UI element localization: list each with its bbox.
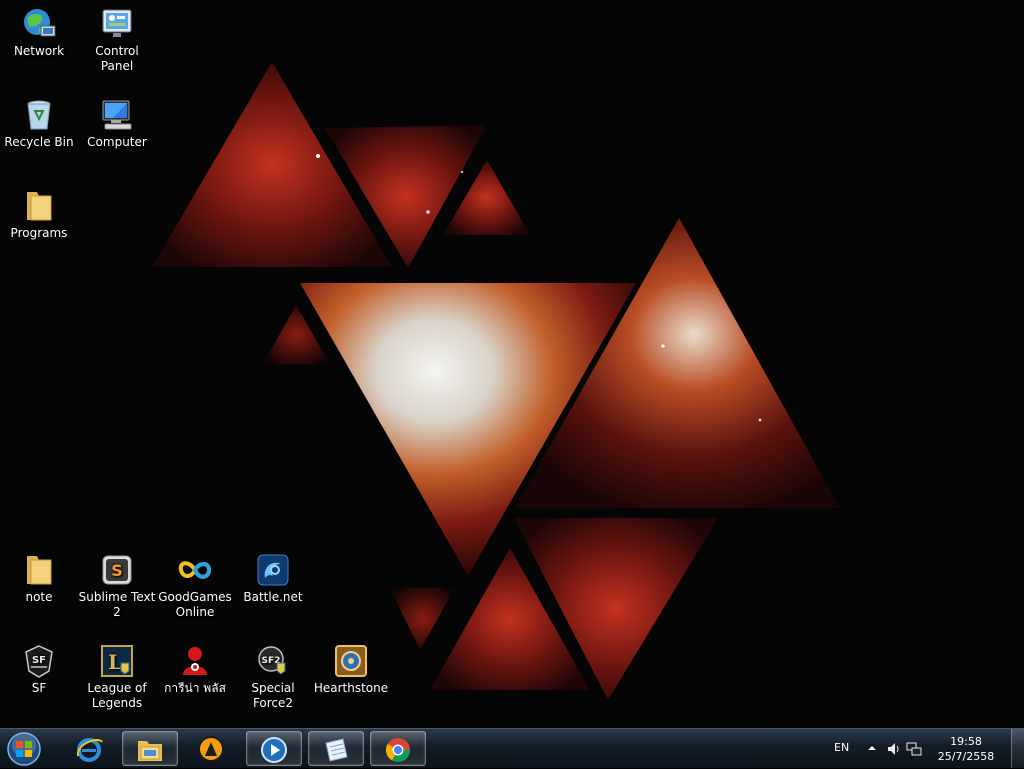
internet-explorer-icon [76,738,103,762]
desktop-icon-garena-plus[interactable]: การีน่า พลัส [156,643,234,696]
desktop-icon-label: Sublime Text 2 [78,590,156,619]
desktop-icon-note[interactable]: note [0,552,78,605]
goodgames-icon [178,561,212,579]
desktop-icon-programs[interactable]: Programs [0,188,78,241]
desktop-icon-label: League of Legends [87,681,147,710]
desktop-icon-network[interactable]: Network [0,6,78,59]
svg-text:S: S [111,561,123,580]
folder-icon [27,192,52,221]
clock-date: 25/7/2558 [937,750,995,763]
taskbar-internet-explorer[interactable] [62,731,118,766]
windows-logo-icon [16,741,23,748]
show-hidden-icons-icon[interactable] [867,743,877,753]
network-status-icon[interactable] [906,741,922,757]
volume-icon[interactable] [886,741,902,757]
svg-text:L: L [108,650,122,674]
desktop-icon-label: SF [31,681,47,695]
battlenet-icon [257,554,289,586]
taskbar-notepad[interactable] [308,731,364,766]
desktop-icon-label: GoodGames Online [158,590,232,619]
recycle-bin-icon [27,100,51,130]
folder-icon [27,556,52,585]
taskbar-windows-explorer[interactable] [122,731,178,766]
desktop-icon-battlenet[interactable]: Battle.net [234,552,312,605]
show-desktop-button[interactable] [1011,729,1024,768]
aimp-player-icon [198,736,224,762]
clock[interactable]: 19:58 25/7/2558 [926,734,1006,764]
league-of-legends-icon: L [101,645,133,677]
media-player-icon [261,737,287,763]
desktop-icon-label: Recycle Bin [4,135,74,149]
taskbar-media-player[interactable] [246,731,302,766]
desktop-icon-special-force2[interactable]: SF2 Special Force2 [234,643,312,711]
windows-explorer-icon [138,741,162,761]
desktop-icon-computer[interactable]: Computer [78,97,156,150]
desktop-icon-label: Special Force2 [251,681,295,710]
notepad-icon [325,738,348,762]
sf-icon: SF [25,645,53,678]
desktop-icon-control-panel[interactable]: Control Panel [78,6,156,74]
desktop-icon-label: Battle.net [243,590,303,604]
system-tray: EN 19:58 25/7/2558 [834,729,1024,769]
special-force2-icon: SF2 [258,646,286,675]
desktop-icon-label: Network [13,44,65,58]
start-button[interactable] [6,731,42,767]
taskbar-aimp[interactable] [184,731,240,766]
desktop-icon-label: Programs [10,226,68,240]
desktop-icon-label: Hearthstone [313,681,389,695]
chrome-icon [385,738,410,763]
computer-icon [102,100,132,130]
desktop-icon-hearthstone[interactable]: Hearthstone [312,643,390,696]
desktop-icon-label: การีน่า พลัส [164,681,226,695]
hearthstone-icon [335,645,367,677]
desktop-icon-sublime-text[interactable]: S Sublime Text 2 [78,552,156,620]
desktop-icon-label: Computer [87,135,147,149]
network-icon [24,9,56,37]
desktop-icon-recycle-bin[interactable]: Recycle Bin [0,97,78,150]
desktop-icon-label: Control Panel [95,44,139,73]
language-indicator[interactable]: EN [834,741,849,754]
sublime-text-icon: S [102,555,132,585]
control-panel-icon [102,9,132,37]
clock-time: 19:58 [950,735,982,748]
taskbar: EN 19:58 25/7/2558 [0,728,1024,768]
taskbar-chrome[interactable] [370,731,426,766]
desktop-icon-league-of-legends[interactable]: L League of Legends [78,643,156,711]
garena-plus-icon [183,647,207,675]
desktop[interactable]: Network Control Panel Recycle Bin Comput… [0,0,1024,728]
desktop-icon-label: note [25,590,53,604]
desktop-icon-goodgames[interactable]: GoodGames Online [156,552,234,620]
desktop-icon-sf[interactable]: SF SF [0,643,78,696]
svg-text:SF: SF [32,655,46,666]
